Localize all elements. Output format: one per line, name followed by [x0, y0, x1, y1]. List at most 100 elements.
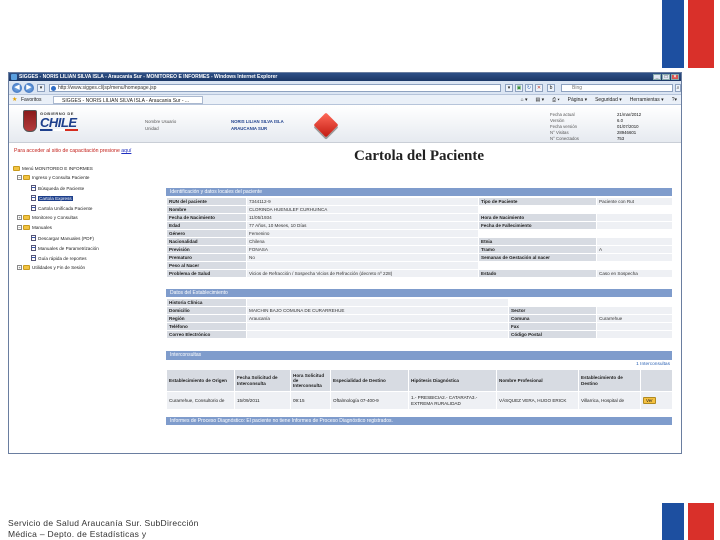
- field-label: Correo Electrónico: [166, 330, 247, 339]
- forward-icon[interactable]: ▶: [24, 83, 34, 93]
- table-cell: Curarrehue, Consultorio de: [166, 391, 235, 410]
- folder-icon: [23, 175, 30, 180]
- page-menu[interactable]: Página ▾: [568, 95, 587, 105]
- table-row: Problema de Salud Vicios de Refracción / …: [166, 269, 673, 278]
- search-input[interactable]: Bing: [561, 84, 673, 92]
- collapse-icon[interactable]: −: [17, 175, 22, 180]
- home-icon[interactable]: ⌂ ▾: [521, 95, 528, 105]
- back-icon[interactable]: ◀: [12, 83, 22, 93]
- column-header: Hipótesis Diagnóstica: [408, 369, 497, 392]
- menu-busqueda[interactable]: Búsqueda de Paciente: [31, 185, 84, 191]
- field-label: Nacionalidad: [166, 237, 247, 246]
- field-label: Etnia: [478, 237, 597, 246]
- menu-utilidades[interactable]: + Utilidades y Fin de Sesión: [17, 265, 85, 270]
- field-value: 77 Años, 10 Meses, 10 Días: [246, 221, 479, 230]
- field-value: MAICHIN BAJO COMUNA DE CURARREHUE: [246, 306, 509, 315]
- table-cell: Oftalmología 07-400-9: [330, 391, 409, 410]
- capacitacion-link[interactable]: aquí: [121, 148, 131, 154]
- gobierno-logo: GOBIERNO DE CHILE: [23, 110, 78, 132]
- field-value: [246, 261, 479, 270]
- tools-menu[interactable]: Herramientas ▾: [630, 95, 664, 105]
- security-menu[interactable]: Seguridad ▾: [595, 95, 622, 105]
- cube-logo-icon: [313, 112, 339, 138]
- conectados: 753: [617, 136, 625, 141]
- menu-ingreso[interactable]: − Ingreso y Consulta Paciente: [17, 175, 89, 180]
- compat-icon[interactable]: ▣: [515, 84, 523, 92]
- browser-tab[interactable]: SIGGES - NORIS LILIAN SILVA ISLA - Arauc…: [53, 96, 203, 104]
- menu-monitoreo[interactable]: + Monitoreo y Consultas: [17, 215, 78, 220]
- ver-button[interactable]: Ver: [643, 396, 656, 405]
- minimize-icon[interactable]: _: [653, 74, 661, 80]
- usuario-label: Nombre Usuario: [145, 119, 177, 124]
- page-header: GOBIERNO DE CHILE Nombre Usuario Unidad …: [9, 106, 681, 143]
- field-value: [596, 306, 673, 315]
- favorites-button[interactable]: Favoritos: [21, 95, 42, 105]
- ie-icon: [11, 74, 17, 80]
- footer-line-1: Servicio de Salud Araucanía Sur. SubDire…: [8, 518, 199, 528]
- help-icon[interactable]: ?▾: [672, 95, 677, 105]
- table-row: Domicilio MAICHIN BAJO COMUNA DE CURARREH…: [166, 306, 673, 315]
- favorites-bar: ★ Favoritos SIGGES - NORIS LILIAN SILVA …: [9, 95, 681, 105]
- field-label: RUN del paciente: [166, 197, 247, 206]
- table-cell: 1.- PRESBICIA2.- CATARATA3.- EXTREMA RUR…: [408, 391, 497, 410]
- field-value: [246, 322, 509, 331]
- menu-cartola-express[interactable]: Cartola Express: [31, 195, 73, 201]
- menu-manuales[interactable]: − Manuales: [17, 225, 52, 230]
- expand-icon[interactable]: +: [17, 215, 22, 220]
- crest-icon: [23, 110, 37, 132]
- field-label: Fecha de Fallecimiento: [478, 221, 597, 230]
- field-label: Previsión: [166, 245, 247, 254]
- menu-cartola-unificada[interactable]: Cartola Unificada Paciente: [31, 205, 92, 211]
- print-icon[interactable]: ⎙ ▾: [552, 95, 560, 105]
- star-icon: ★: [12, 97, 18, 103]
- dropdown-icon[interactable]: ▾: [37, 84, 45, 92]
- section-interconsultas: Interconsultas: [166, 351, 672, 360]
- url-dropdown-icon[interactable]: ▾: [505, 84, 513, 92]
- table-row: Teléfono Fax: [166, 322, 673, 331]
- field-label: [478, 229, 597, 238]
- unidad-label: Unidad: [145, 126, 159, 131]
- table-row: Región Araucanía Comuna Curarrehue: [166, 314, 673, 323]
- column-header: Establecimiento de Destino: [578, 369, 641, 392]
- refresh-icon[interactable]: ↻: [525, 84, 533, 92]
- section-establecimiento: Datos del Establecimiento: [166, 289, 672, 297]
- field-value: No: [246, 253, 479, 262]
- column-header: Hora Solicitud de Interconsulta: [290, 369, 331, 392]
- field-value: [596, 229, 673, 238]
- window-title: SIGGES - NORIS LILIAN SILVA ISLA - Arauc…: [19, 74, 278, 80]
- document-icon: [31, 235, 36, 241]
- table-row: Peso al Nacer: [166, 261, 673, 270]
- field-label: Tramo: [478, 245, 597, 254]
- stop-icon[interactable]: ✕: [535, 84, 543, 92]
- url-input[interactable]: http://www.sigges.cl/jsp/menu/homepage.j…: [49, 84, 501, 92]
- proceso-diagnostico-title: Informes de Proceso Diagnóstico: [170, 418, 244, 424]
- field-value: [246, 298, 509, 307]
- table-cell: Villarrica, Hospital de: [578, 391, 641, 410]
- menu-guia-rapida[interactable]: Guía rápida de reportes: [31, 255, 87, 261]
- field-label: Nombre: [166, 205, 247, 214]
- field-value: A: [596, 245, 673, 254]
- establecimiento-table: Historia Clínica Domicilio MAICHIN BAJO CO…: [166, 298, 673, 339]
- expand-icon[interactable]: +: [17, 265, 22, 270]
- close-icon[interactable]: ×: [671, 74, 679, 80]
- menu-descargar-manuales[interactable]: Descargar Manuales (PDF): [31, 235, 94, 241]
- field-label: Sector: [508, 306, 597, 315]
- search-icon[interactable]: ⌕: [675, 84, 681, 92]
- table-row: Nombre CLORINDA HUENULEF CURHUINCA: [166, 205, 673, 214]
- folder-icon: [23, 225, 30, 230]
- section-proceso-diagnostico: Informes de Proceso Diagnóstico: El paci…: [166, 417, 672, 425]
- field-label: Domicilio: [166, 306, 247, 315]
- field-label: [508, 298, 597, 307]
- field-value: [596, 213, 673, 222]
- menu-manuales-parametrizacion[interactable]: Manuales de Parametrización: [31, 245, 99, 251]
- url-text: http://www.sigges.cl/jsp/menu/homepage.j…: [58, 85, 157, 91]
- field-label: Género: [166, 229, 247, 238]
- field-value: FONASA: [246, 245, 479, 254]
- collapse-icon[interactable]: −: [17, 225, 22, 230]
- table-row: Historia Clínica: [166, 298, 673, 307]
- feeds-icon[interactable]: ▤ ▾: [535, 95, 544, 105]
- field-label: Historia Clínica: [166, 298, 247, 307]
- table-row: Prematuro No Semanas de Gestación al nacer: [166, 253, 673, 262]
- menu-root[interactable]: Menú MONITOREO E INFORMES: [13, 166, 93, 171]
- maximize-icon[interactable]: □: [662, 74, 670, 80]
